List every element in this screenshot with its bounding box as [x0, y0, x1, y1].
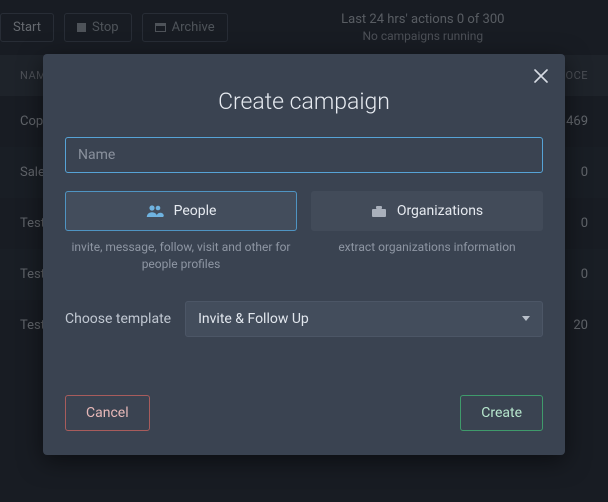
template-selected-value: Invite & Follow Up	[198, 311, 309, 327]
org-label: Organizations	[397, 203, 483, 219]
type-selector: People Organizations	[65, 191, 543, 231]
people-description: invite, message, follow, visit and other…	[65, 239, 297, 273]
people-label: People	[174, 203, 217, 219]
org-description: extract organizations information	[311, 239, 543, 273]
people-option[interactable]: People	[65, 191, 297, 231]
organizations-option[interactable]: Organizations	[311, 191, 543, 231]
chevron-down-icon	[522, 316, 530, 321]
create-campaign-modal: Create campaign People Organizations inv…	[43, 54, 565, 455]
modal-title: Create campaign	[65, 88, 543, 115]
type-descriptions: invite, message, follow, visit and other…	[65, 239, 543, 273]
modal-overlay: Create campaign People Organizations inv…	[0, 0, 608, 502]
modal-actions: Cancel Create	[65, 395, 543, 431]
campaign-name-input[interactable]	[65, 137, 543, 173]
organizations-icon	[371, 205, 387, 218]
create-button[interactable]: Create	[460, 395, 543, 431]
people-icon	[146, 205, 164, 217]
template-label: Choose template	[65, 311, 171, 327]
template-select[interactable]: Invite & Follow Up	[185, 301, 543, 337]
template-row: Choose template Invite & Follow Up	[65, 301, 543, 337]
close-icon[interactable]	[529, 64, 553, 88]
cancel-button[interactable]: Cancel	[65, 395, 150, 431]
